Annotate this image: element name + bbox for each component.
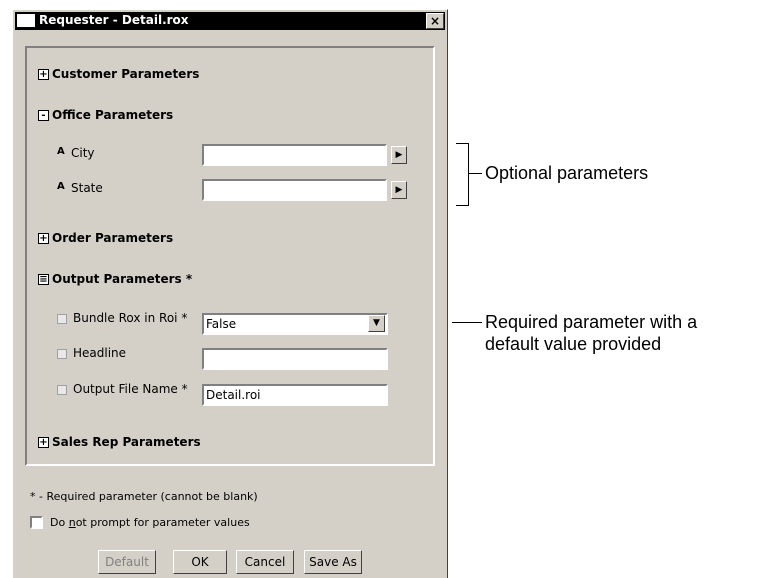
city-arrow-button[interactable]: ▶	[391, 146, 407, 164]
state-label: State	[71, 181, 103, 195]
city-label: City	[71, 146, 95, 160]
no-prompt-label[interactable]: Do not prompt for parameter values	[50, 516, 250, 529]
dropdown-arrow-icon[interactable]: ▼	[368, 315, 385, 332]
no-prompt-checkbox[interactable]	[30, 516, 43, 529]
bundle-select[interactable]: False	[202, 313, 388, 335]
cancel-button[interactable]: Cancel	[236, 550, 294, 574]
bundle-label: Bundle Rox in Roi *	[73, 311, 188, 325]
headline-checkbox[interactable]	[57, 349, 67, 359]
default-button[interactable]: Default	[98, 550, 156, 574]
optional-connector-line	[468, 173, 482, 174]
requester-dialog: Requester - Detail.rox × + Customer Para…	[12, 9, 448, 578]
ok-button[interactable]: OK	[173, 550, 227, 574]
title-bar[interactable]: Requester - Detail.rox ×	[15, 12, 445, 30]
customer-parameters-header[interactable]: Customer Parameters	[52, 67, 199, 81]
office-parameters-header[interactable]: Office Parameters	[52, 108, 173, 122]
state-arrow-button[interactable]: ▶	[391, 181, 407, 199]
output-file-input[interactable]: Detail.roi	[202, 384, 388, 406]
order-expand-toggle[interactable]: +	[38, 233, 49, 244]
parameters-panel: + Customer Parameters - Office Parameter…	[25, 46, 435, 466]
close-button[interactable]: ×	[426, 13, 444, 29]
order-parameters-header[interactable]: Order Parameters	[52, 231, 173, 245]
headline-input[interactable]	[202, 348, 388, 370]
customer-expand-toggle[interactable]: +	[38, 69, 49, 80]
state-input[interactable]	[202, 179, 387, 201]
optional-parameters-annotation: Optional parameters	[485, 163, 649, 183]
required-annotation-line1: Required parameter with a	[485, 312, 698, 332]
optional-bracket	[456, 143, 469, 206]
output-parameters-header[interactable]: Output Parameters *	[52, 272, 192, 286]
headline-label: Headline	[73, 346, 127, 360]
city-input[interactable]	[202, 144, 387, 166]
required-connector-line	[452, 322, 482, 323]
sales-rep-parameters-header[interactable]: Sales Rep Parameters	[52, 435, 201, 449]
output-file-checkbox[interactable]	[57, 385, 67, 395]
save-as-button[interactable]: Save As	[304, 550, 362, 574]
text-type-icon: A	[57, 181, 65, 192]
required-footnote: * - Required parameter (cannot be blank)	[30, 490, 258, 503]
output-toggle[interactable]: ≡	[38, 274, 49, 285]
required-annotation-line2: default value provided	[485, 334, 662, 354]
window-icon	[17, 14, 35, 27]
window-title: Requester - Detail.rox	[39, 13, 189, 27]
output-file-label: Output File Name *	[73, 382, 188, 396]
text-type-icon: A	[57, 146, 65, 157]
sales-expand-toggle[interactable]: +	[38, 437, 49, 448]
office-collapse-toggle[interactable]: -	[38, 110, 49, 121]
bundle-checkbox[interactable]	[57, 314, 67, 324]
